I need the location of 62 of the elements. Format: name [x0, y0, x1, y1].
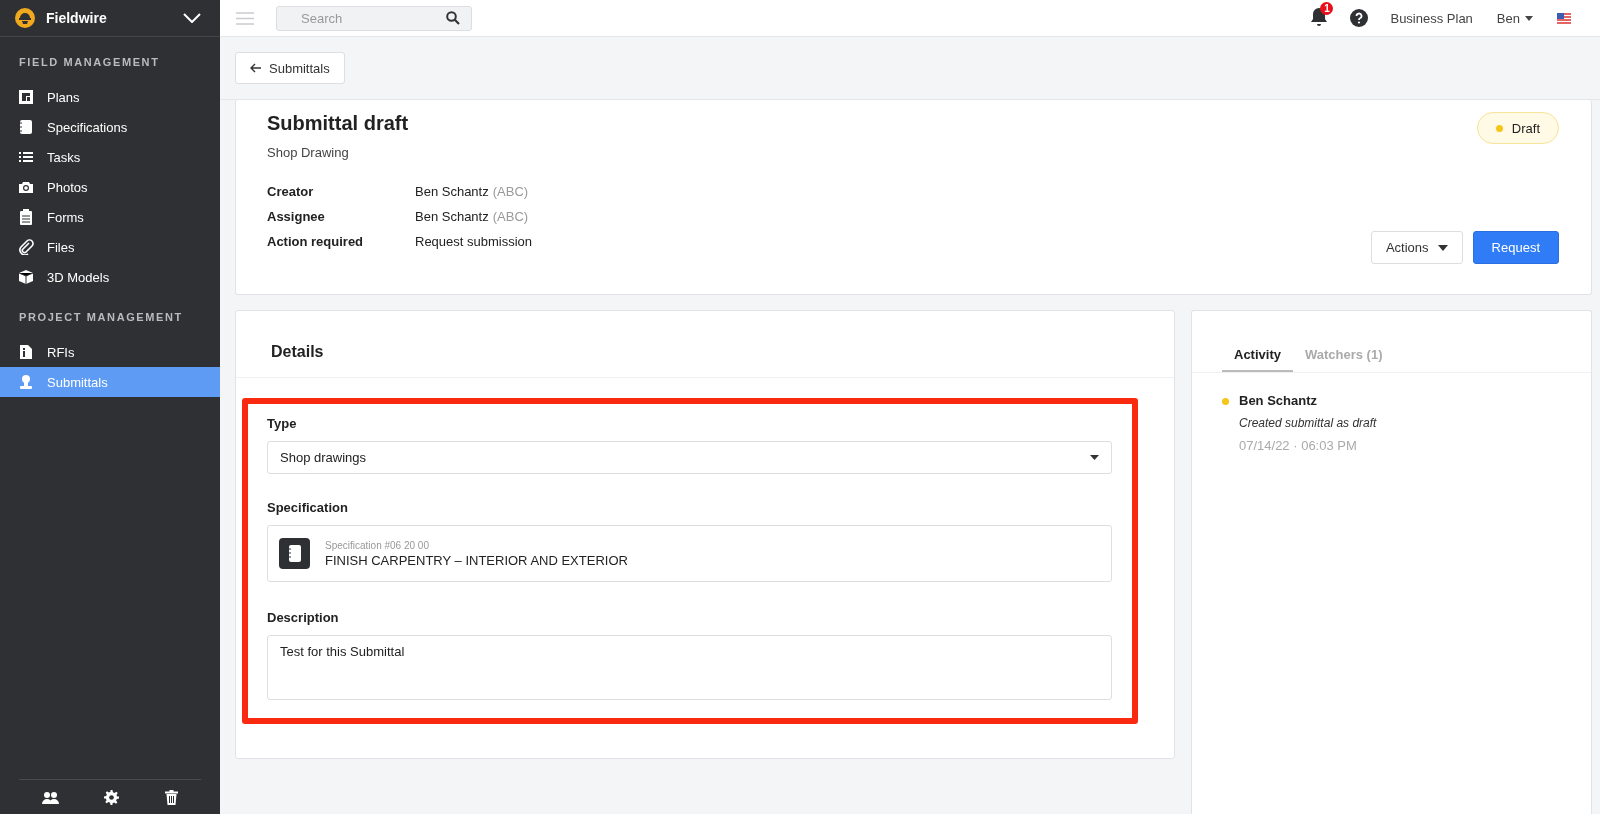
sidebar-item[interactable]: RFIs	[0, 337, 220, 367]
specification-field[interactable]: Specification #06 20 00 FINISH CARPENTRY – INTERIOR AND EXTERIOR	[267, 525, 1112, 582]
sidebar-item[interactable]: Photos	[0, 172, 220, 202]
sidebar-item[interactable]: Files	[0, 232, 220, 262]
plan-link[interactable]: Business Plan	[1390, 10, 1473, 26]
section-heading: FIELD MANAGEMENT	[18, 55, 161, 70]
clipboard-icon	[18, 209, 34, 225]
field-value: Ben Schantz (ABC)	[415, 184, 530, 199]
field-label: Type	[267, 416, 298, 431]
field-value: Ben Schantz (ABC)	[415, 209, 530, 224]
description-field[interactable]: Test for this Submittal	[267, 635, 1112, 700]
sidebar-item[interactable]: Specifications	[0, 112, 220, 142]
activity-author: Ben Schantz	[1239, 393, 1318, 408]
submittal-subtitle: Shop Drawing	[267, 145, 350, 160]
activity-text: Created submittal as draft	[1239, 416, 1377, 430]
caret-icon	[1090, 455, 1099, 460]
field-label: Assignee	[267, 209, 326, 224]
arrow-left-icon	[250, 63, 261, 73]
user-menu[interactable]: Ben	[1496, 10, 1533, 26]
tab[interactable]: Activity	[1222, 343, 1293, 372]
paperclip-icon	[18, 239, 34, 255]
settings-icon[interactable]	[104, 789, 120, 805]
hardhat-logo-icon	[15, 8, 35, 28]
list-icon	[18, 149, 34, 165]
activity-time: 07/14/22 · 06:03 PM	[1239, 438, 1358, 453]
status-pill: Draft	[1476, 112, 1559, 144]
specification-name: FINISH CARPENTRY – INTERIOR AND EXTERIOR	[325, 552, 628, 568]
back-button[interactable]: Submittals	[235, 52, 345, 84]
sidebar-item[interactable]: Forms	[0, 202, 220, 232]
submittal-title: Submittal draft	[267, 112, 410, 135]
details-title: Details	[236, 311, 1174, 378]
stamp-icon	[18, 374, 34, 390]
chevron-down-icon[interactable]	[183, 13, 201, 23]
field-label: Specification	[267, 500, 349, 515]
cube-icon	[18, 269, 34, 285]
notification-badge: 1	[1320, 1, 1334, 15]
field-label: Creator	[267, 184, 315, 199]
sidebar-item[interactable]: Plans	[0, 82, 220, 112]
specification-number: Specification #06 20 00	[325, 539, 430, 551]
sidebar-item[interactable]: 3D Models	[0, 262, 220, 292]
actions-button[interactable]: Actions	[1370, 231, 1463, 264]
plans-icon	[18, 89, 34, 105]
field-label: Description	[267, 610, 340, 625]
people-icon[interactable]	[41, 790, 59, 804]
notebook-icon	[18, 119, 34, 135]
sidebar-item[interactable]: Tasks	[0, 142, 220, 172]
type-dropdown[interactable]: Shop drawings	[267, 441, 1112, 474]
help-icon[interactable]	[1350, 9, 1369, 27]
search-field[interactable]: Search	[276, 5, 472, 31]
caret-icon	[1437, 244, 1448, 251]
section-heading: PROJECT MANAGEMENT	[18, 310, 184, 325]
caret-icon	[1525, 15, 1533, 21]
notebook-icon	[279, 538, 310, 569]
request-button[interactable]: Request	[1472, 231, 1559, 264]
info-document-icon	[18, 344, 34, 360]
trash-icon[interactable]	[165, 789, 179, 805]
flag-icon[interactable]	[1557, 12, 1571, 24]
search-icon	[446, 10, 460, 25]
field-value: Request submission	[415, 234, 534, 249]
field-label: Action required	[267, 234, 365, 249]
brand-name: Fieldwire	[46, 10, 108, 26]
camera-icon	[18, 179, 34, 195]
